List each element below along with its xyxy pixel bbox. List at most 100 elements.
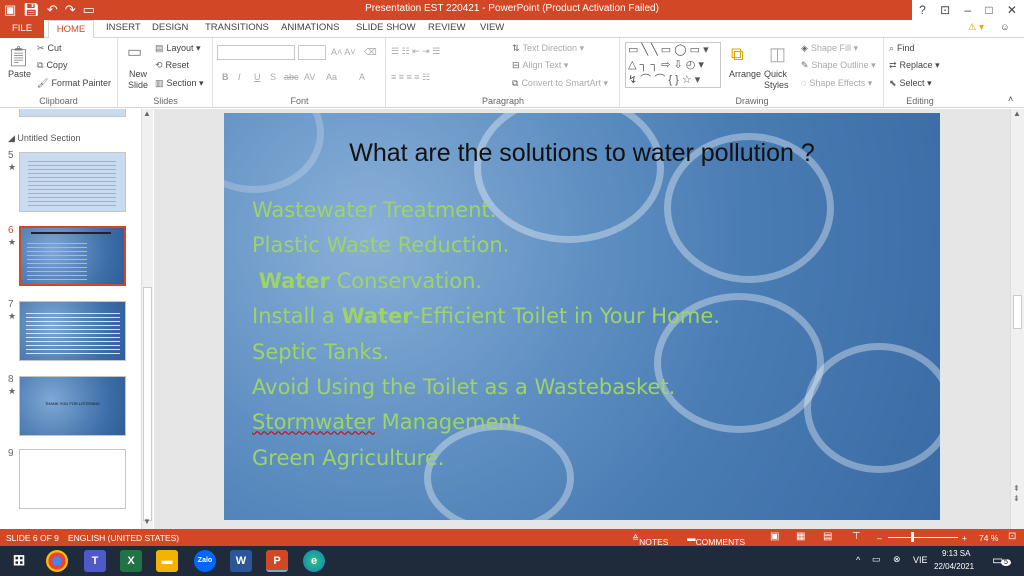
align-text-button[interactable]: ⊟ Align Text ▾ <box>512 60 568 71</box>
layout-button[interactable]: ▤ Layout ▾ <box>155 43 201 54</box>
bold-button[interactable]: B <box>222 72 229 82</box>
reading-view-icon[interactable]: ▤ <box>823 531 832 542</box>
tab-slide-show[interactable]: SLIDE SHOW <box>356 22 416 33</box>
help-button[interactable]: ? <box>919 0 926 20</box>
minimize-button[interactable]: – <box>964 0 971 20</box>
volume-icon[interactable]: ⊗ <box>893 554 901 565</box>
font-size-box[interactable] <box>298 45 326 60</box>
tab-home[interactable]: HOME <box>48 20 94 39</box>
input-language[interactable]: VIE <box>913 555 928 565</box>
arrange-icon[interactable]: ⧉ <box>731 44 744 65</box>
char-spacing-button[interactable]: AV <box>304 72 315 82</box>
tray-arrow-icon[interactable]: ^ <box>856 555 860 565</box>
slide-bullet-list[interactable]: Wastewater Treatment. Plastic Waste Redu… <box>252 193 720 476</box>
zoom-level[interactable]: 74 % <box>979 533 998 543</box>
align-icons[interactable]: ≡ ≡ ≡ ≡ ☷ <box>391 72 430 83</box>
format-painter-button[interactable]: 🖌︎ Format Painter <box>37 78 111 89</box>
slide-title[interactable]: What are the solutions to water pollutio… <box>224 139 940 168</box>
tab-view[interactable]: VIEW <box>480 22 504 33</box>
slide-sorter-icon[interactable]: ▦ <box>796 531 805 542</box>
windows-start-icon[interactable]: ⊞ <box>8 550 30 572</box>
maximize-button[interactable]: □ <box>985 0 992 20</box>
slide-thumbnail-5[interactable] <box>19 152 126 212</box>
zoom-in-button[interactable]: + <box>962 533 967 543</box>
slide-thumbnail-4-partial[interactable] <box>19 109 126 117</box>
font-color-button[interactable]: A <box>359 72 365 82</box>
reset-button[interactable]: ⟲ Reset <box>155 60 189 71</box>
zoom-slider-thumb[interactable] <box>911 532 914 542</box>
word-icon[interactable]: W <box>230 550 252 572</box>
italic-button[interactable]: I <box>238 72 241 82</box>
scroll-up-icon[interactable]: ▲ <box>1013 109 1021 118</box>
thumbnail-scrollbar[interactable]: ▲ ▼ <box>141 109 153 529</box>
text-direction-button[interactable]: ⇅ Text Direction ▾ <box>512 43 584 54</box>
chrome-icon[interactable] <box>46 550 68 572</box>
select-button[interactable]: ⬉ Select ▾ <box>889 78 932 89</box>
collapse-ribbon-icon[interactable]: ˄ <box>1008 94 1013 104</box>
shapes-gallery[interactable]: ▭ ╲ ╲ ▭ ◯ ▭ ▾ △ ┐ ┐ ⇨ ⇩ ◴ ▾ ↯ ⌒ ⌒ { } ☆ ▾ <box>625 42 721 88</box>
shape-outline-button[interactable]: ✎ Shape Outline ▾ <box>801 60 876 71</box>
file-explorer-icon[interactable]: ▬ <box>156 550 178 572</box>
change-case-button[interactable]: Aa <box>326 72 337 82</box>
slide-thumbnail-9[interactable] <box>19 449 126 509</box>
ribbon-display-icon[interactable]: ⊡ <box>940 0 950 20</box>
scroll-up-icon[interactable]: ▲ <box>143 109 151 118</box>
zoom-slider[interactable] <box>888 537 958 538</box>
powerpoint-icon[interactable]: P <box>266 550 288 572</box>
fit-to-window-icon[interactable]: ⊡ <box>1008 531 1016 542</box>
clock-time[interactable]: 9:13 SA <box>942 549 970 558</box>
account-icon[interactable]: ☺ <box>1000 22 1010 33</box>
arrange-button[interactable]: Arrange <box>729 69 761 79</box>
scroll-thumb[interactable] <box>1013 295 1022 329</box>
edge-icon[interactable]: e <box>303 550 325 572</box>
slideshow-view-icon[interactable]: ⊤ <box>852 531 861 542</box>
close-button[interactable]: ✕ <box>1007 0 1017 20</box>
prev-next-slide-icon[interactable]: ⇞ ⇟ <box>1013 484 1020 504</box>
shadow-button[interactable]: S <box>270 72 276 82</box>
scroll-thumb[interactable] <box>143 287 152 521</box>
tab-insert[interactable]: INSERT <box>106 22 141 33</box>
grow-font-icon[interactable]: A˄ A˅ <box>331 47 356 57</box>
current-slide[interactable]: What are the solutions to water pollutio… <box>224 113 940 520</box>
cut-button[interactable]: ✂ Cut <box>37 43 62 54</box>
new-slide-button[interactable]: New Slide <box>124 69 152 91</box>
tab-file[interactable]: FILE <box>0 20 44 38</box>
replace-button[interactable]: ⇄ Replace ▾ <box>889 60 940 71</box>
zalo-icon[interactable]: Zalo <box>194 550 216 572</box>
zoom-out-button[interactable]: – <box>877 533 882 543</box>
tab-animations[interactable]: ANIMATIONS <box>281 22 339 33</box>
slide-thumbnail-8[interactable]: THANK YOU FOR LISTENING <box>19 376 126 436</box>
teams-icon[interactable]: T <box>84 550 106 572</box>
tab-transitions[interactable]: TRANSITIONS <box>205 22 269 33</box>
slide-thumbnail-7[interactable] <box>19 301 126 361</box>
paste-button[interactable]: Paste <box>8 69 31 79</box>
quick-styles-button[interactable]: Quick Styles <box>764 69 796 91</box>
shape-effects-button[interactable]: ◌ Shape Effects ▾ <box>801 78 872 89</box>
comments-button[interactable]: ▬ COMMENTS <box>687 533 745 547</box>
underline-button[interactable]: U <box>254 72 261 82</box>
strikethrough-button[interactable]: abc <box>284 72 299 82</box>
slide-thumbnail-6[interactable] <box>19 226 126 286</box>
smartart-button[interactable]: ⧉ Convert to SmartArt ▾ <box>512 78 608 89</box>
editor-scrollbar[interactable]: ▲ ⇞ ⇟ <box>1010 109 1024 529</box>
normal-view-icon[interactable]: ▣ <box>770 531 779 542</box>
scroll-down-icon[interactable]: ▼ <box>143 517 151 526</box>
find-button[interactable]: ⌕ Find <box>889 43 915 54</box>
tab-review[interactable]: REVIEW <box>428 22 465 33</box>
network-icon[interactable]: ▭ <box>872 554 881 565</box>
tab-design[interactable]: DESIGN <box>152 22 188 33</box>
font-name-box[interactable] <box>217 45 295 60</box>
bullets-icon[interactable]: ☰ ☷ ⇤ ⇥ ☰ <box>391 46 440 57</box>
new-slide-icon[interactable]: ▭ <box>127 42 142 62</box>
shape-fill-button[interactable]: ◈ Shape Fill ▾ <box>801 43 858 54</box>
quick-styles-icon[interactable]: ◫ <box>769 44 786 65</box>
excel-icon[interactable]: X <box>120 550 142 572</box>
notes-button[interactable]: ≙ NOTES <box>632 533 668 547</box>
clock-date[interactable]: 22/04/2021 <box>934 562 974 571</box>
clear-format-icon[interactable]: ⌫ <box>364 47 377 58</box>
paste-icon[interactable]: 📋︎ <box>6 44 31 69</box>
warning-icon[interactable]: ⚠ ▾ <box>968 22 984 33</box>
language-indicator[interactable]: ENGLISH (UNITED STATES) <box>68 533 179 543</box>
section-header[interactable]: ◢ Untitled Section <box>8 133 80 144</box>
section-button[interactable]: ▥ Section ▾ <box>155 78 204 89</box>
